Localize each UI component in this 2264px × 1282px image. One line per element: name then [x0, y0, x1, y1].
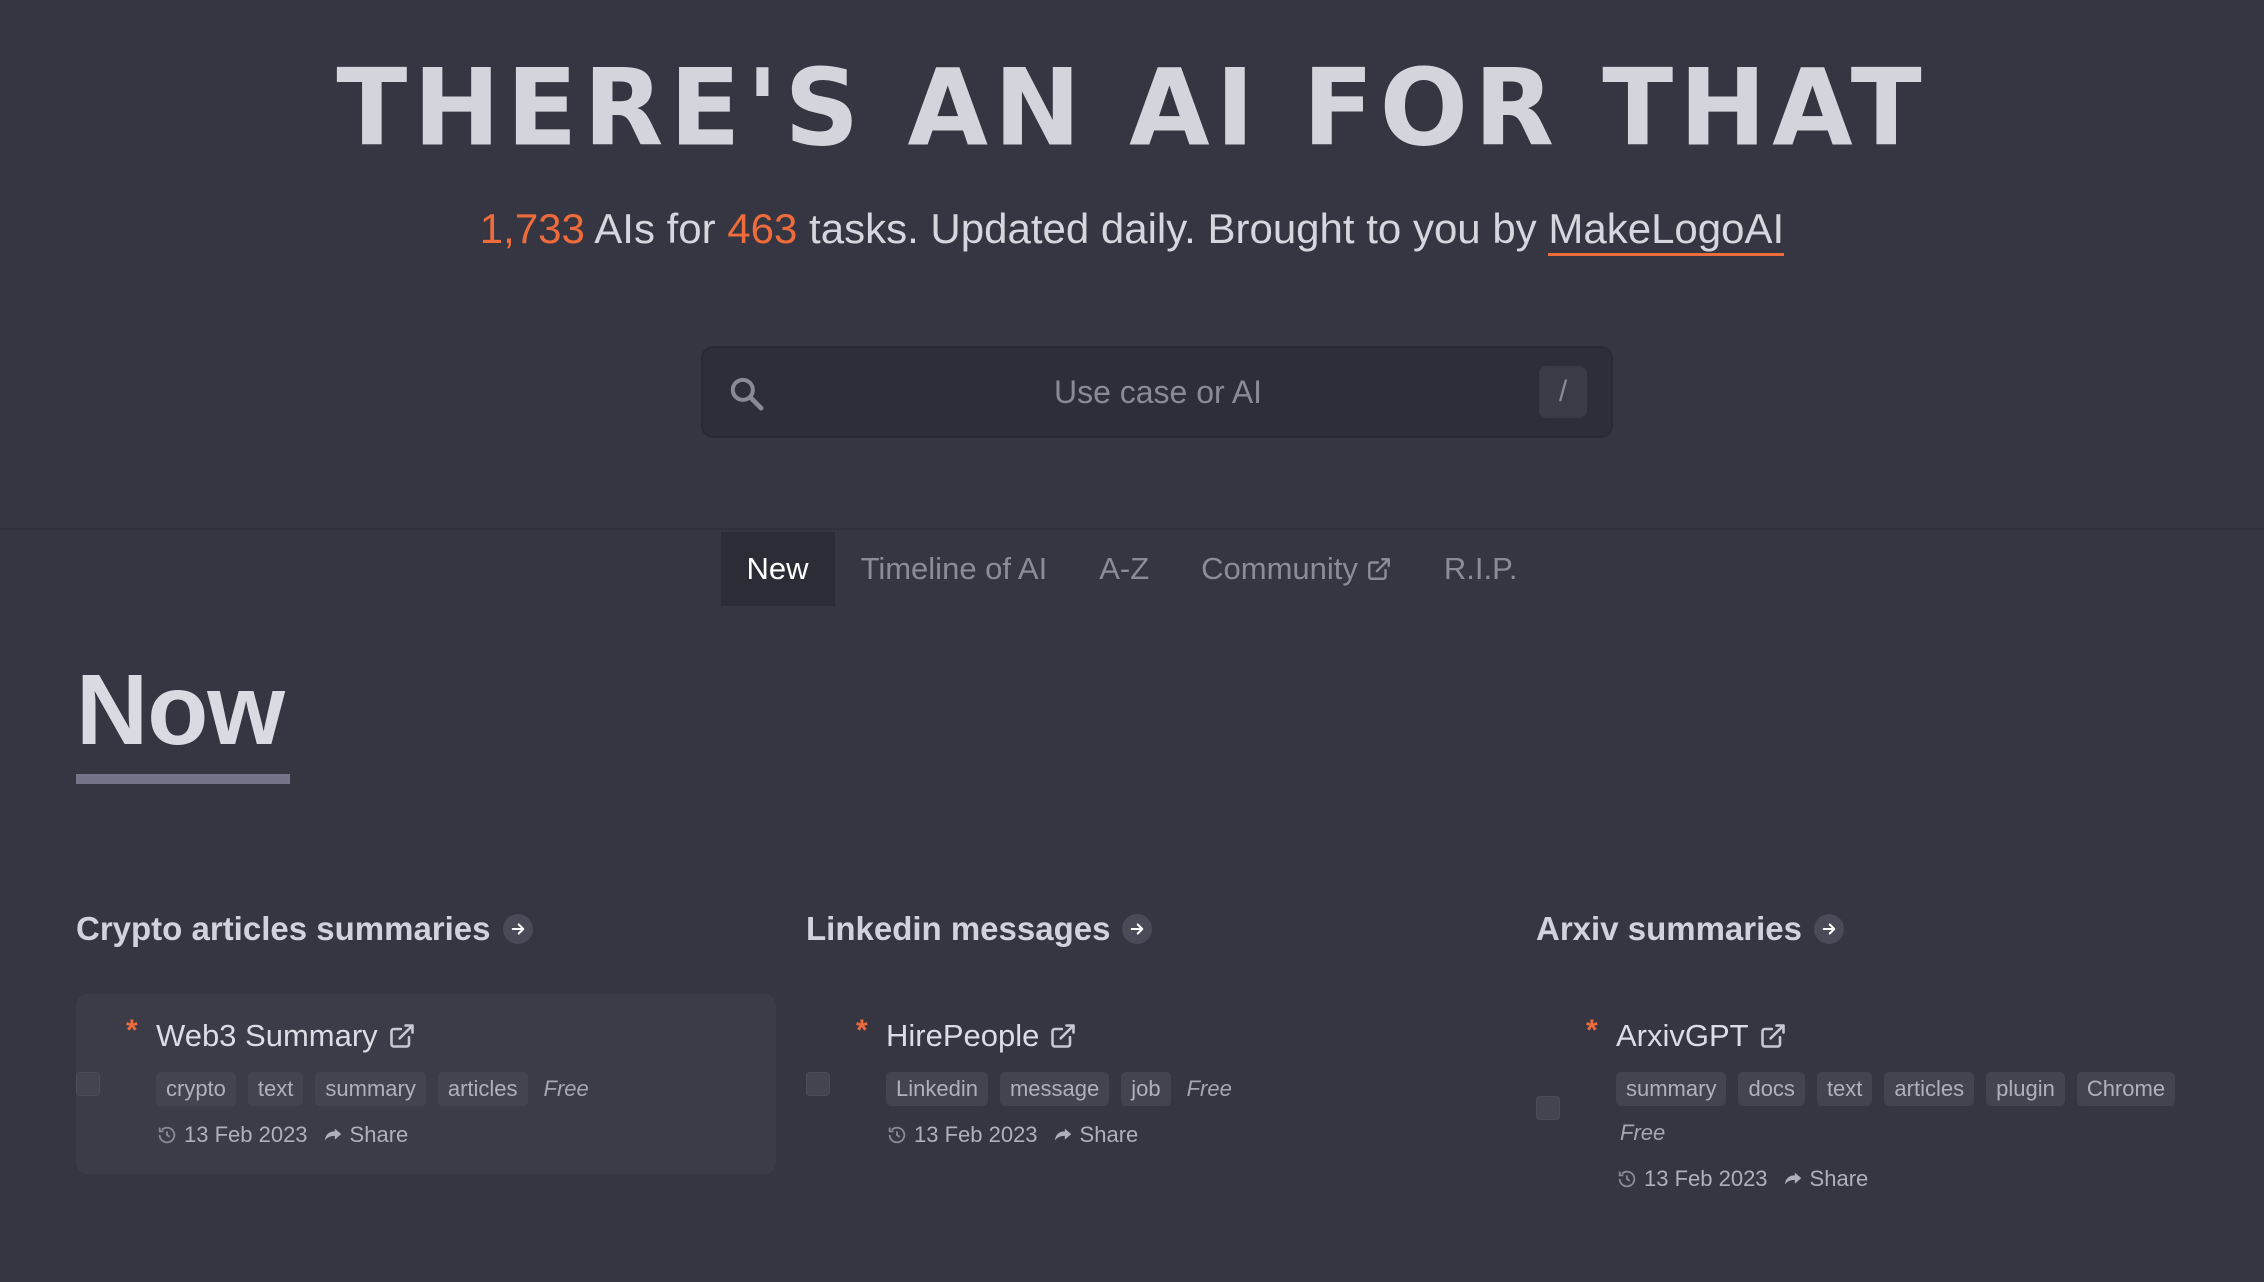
external-link-icon[interactable]	[1759, 1022, 1787, 1050]
task-column: Crypto articles summaries * Web3 Summary…	[76, 906, 776, 1174]
history-icon	[158, 1126, 176, 1144]
share-icon	[1784, 1172, 1801, 1185]
ai-card[interactable]: * ArxivGPT summary docs text articles pl…	[1536, 994, 2236, 1224]
subtitle-text-1: AIs for	[584, 205, 728, 252]
featured-star-icon: *	[856, 1014, 868, 1047]
site-subtitle: 1,733 AIs for 463 tasks. Updated daily. …	[0, 205, 2264, 256]
featured-star-icon: *	[1586, 1014, 1598, 1047]
search-icon	[730, 377, 764, 411]
section-title-underline	[76, 774, 290, 784]
tag[interactable]: crypto	[156, 1072, 236, 1106]
save-checkbox[interactable]	[1536, 1096, 1560, 1120]
share-button[interactable]: Share	[1782, 1166, 1869, 1192]
share-label: Share	[1079, 1122, 1139, 1147]
task-column: Linkedin messages * HirePeople Linkedin	[806, 906, 1506, 1147]
tab-rip[interactable]: R.I.P.	[1418, 532, 1544, 606]
tab-a-z-label: A-Z	[1099, 551, 1150, 586]
release-date: 13 Feb 2023	[1616, 1166, 1768, 1192]
tab-timeline-of-ai[interactable]: Timeline of AI	[835, 532, 1074, 606]
tag[interactable]: summary	[315, 1072, 426, 1106]
external-link-icon[interactable]	[388, 1022, 416, 1050]
tag[interactable]: text	[247, 1072, 304, 1106]
search-shortcut-key: /	[1539, 366, 1587, 418]
tag[interactable]: job	[1121, 1072, 1171, 1106]
card-meta: 13 Feb 2023 Share	[156, 1122, 776, 1148]
task-title: Arxiv summaries	[1536, 910, 1802, 947]
tab-a-z[interactable]: A-Z	[1073, 532, 1175, 606]
share-label: Share	[349, 1122, 409, 1147]
arrow-right-icon	[1813, 914, 1844, 944]
subtitle-text-2: tasks. Updated daily. Brought to you by	[797, 205, 1549, 252]
tag[interactable]: articles	[437, 1072, 528, 1106]
tab-new[interactable]: New	[720, 532, 835, 606]
task-title: Crypto articles summaries	[76, 910, 491, 947]
release-date-text: 13 Feb 2023	[914, 1122, 1038, 1147]
tag[interactable]: Chrome	[2076, 1072, 2176, 1106]
tag[interactable]: plugin	[1986, 1072, 2065, 1106]
tag[interactable]: docs	[1738, 1072, 1805, 1106]
tag-list: summary docs text articles plugin Chrome…	[1616, 1072, 2216, 1150]
share-label: Share	[1809, 1166, 1869, 1191]
ai-name-link[interactable]: ArxivGPT	[1616, 1018, 1749, 1054]
site-title: THERE'S AN AI FOR THAT	[336, 45, 1928, 171]
ai-card[interactable]: * Web3 Summary crypto text summary artic…	[76, 994, 776, 1174]
external-link-icon[interactable]	[1049, 1022, 1077, 1050]
release-date: 13 Feb 2023	[156, 1122, 308, 1148]
tab-timeline-label: Timeline of AI	[860, 551, 1048, 586]
arrow-right-icon	[502, 914, 533, 944]
pricing-label: Free	[1620, 1120, 1666, 1145]
pricing-label: Free	[1186, 1076, 1232, 1101]
ai-name-link[interactable]: HirePeople	[886, 1018, 1039, 1054]
task-count: 463	[727, 205, 798, 252]
tag[interactable]: articles	[1884, 1072, 1975, 1106]
save-checkbox[interactable]	[76, 1072, 100, 1096]
card-meta: 13 Feb 2023 Share	[886, 1122, 1506, 1148]
card-meta: 13 Feb 2023 Share	[1616, 1166, 2236, 1192]
release-date-text: 13 Feb 2023	[184, 1122, 308, 1147]
ai-card[interactable]: * HirePeople Linkedin message job Free 1…	[806, 994, 1506, 1174]
share-button[interactable]: Share	[1052, 1122, 1139, 1148]
main-tabs: New Timeline of AI A-Z Community R.I.P.	[0, 532, 2264, 606]
search-bar[interactable]: /	[701, 346, 1613, 438]
release-date-text: 13 Feb 2023	[1644, 1166, 1768, 1191]
tag[interactable]: text	[1816, 1072, 1873, 1106]
tag[interactable]: message	[999, 1072, 1110, 1106]
arrow-right-icon	[1122, 914, 1153, 944]
featured-star-icon: *	[126, 1014, 138, 1047]
search-input[interactable]	[793, 348, 1523, 436]
tag[interactable]: summary	[1616, 1072, 1727, 1106]
external-link-icon	[1367, 558, 1390, 580]
tab-community[interactable]: Community	[1175, 532, 1418, 606]
tab-rip-label: R.I.P.	[1443, 551, 1518, 586]
section-title: Now	[76, 654, 285, 766]
page: THERE'S AN AI FOR THAT 1,733 AIs for 463…	[0, 0, 2264, 1282]
task-title-link[interactable]: Linkedin messages	[806, 906, 1506, 952]
share-icon	[324, 1128, 341, 1141]
makelogoai-link[interactable]: MakeLogoAI	[1548, 205, 1785, 256]
share-icon	[1054, 1128, 1071, 1141]
task-title-link[interactable]: Arxiv summaries	[1536, 906, 2236, 952]
ai-name-link[interactable]: Web3 Summary	[156, 1018, 378, 1054]
tag[interactable]: Linkedin	[886, 1072, 988, 1106]
tag-list: crypto text summary articles Free	[156, 1072, 776, 1106]
ai-count: 1,733	[479, 205, 585, 252]
release-date: 13 Feb 2023	[886, 1122, 1038, 1148]
history-icon	[1618, 1170, 1636, 1188]
task-column: Arxiv summaries * ArxivGPT summary docs …	[1536, 906, 2236, 1191]
tag-list: Linkedin message job Free	[886, 1072, 1506, 1106]
header-divider	[0, 528, 2264, 530]
tab-community-label: Community	[1201, 551, 1358, 586]
history-icon	[888, 1126, 906, 1144]
save-checkbox[interactable]	[806, 1072, 830, 1096]
task-title: Linkedin messages	[806, 910, 1111, 947]
pricing-label: Free	[543, 1076, 589, 1101]
share-button[interactable]: Share	[322, 1122, 409, 1148]
tab-new-label: New	[746, 551, 809, 586]
task-title-link[interactable]: Crypto articles summaries	[76, 906, 776, 952]
